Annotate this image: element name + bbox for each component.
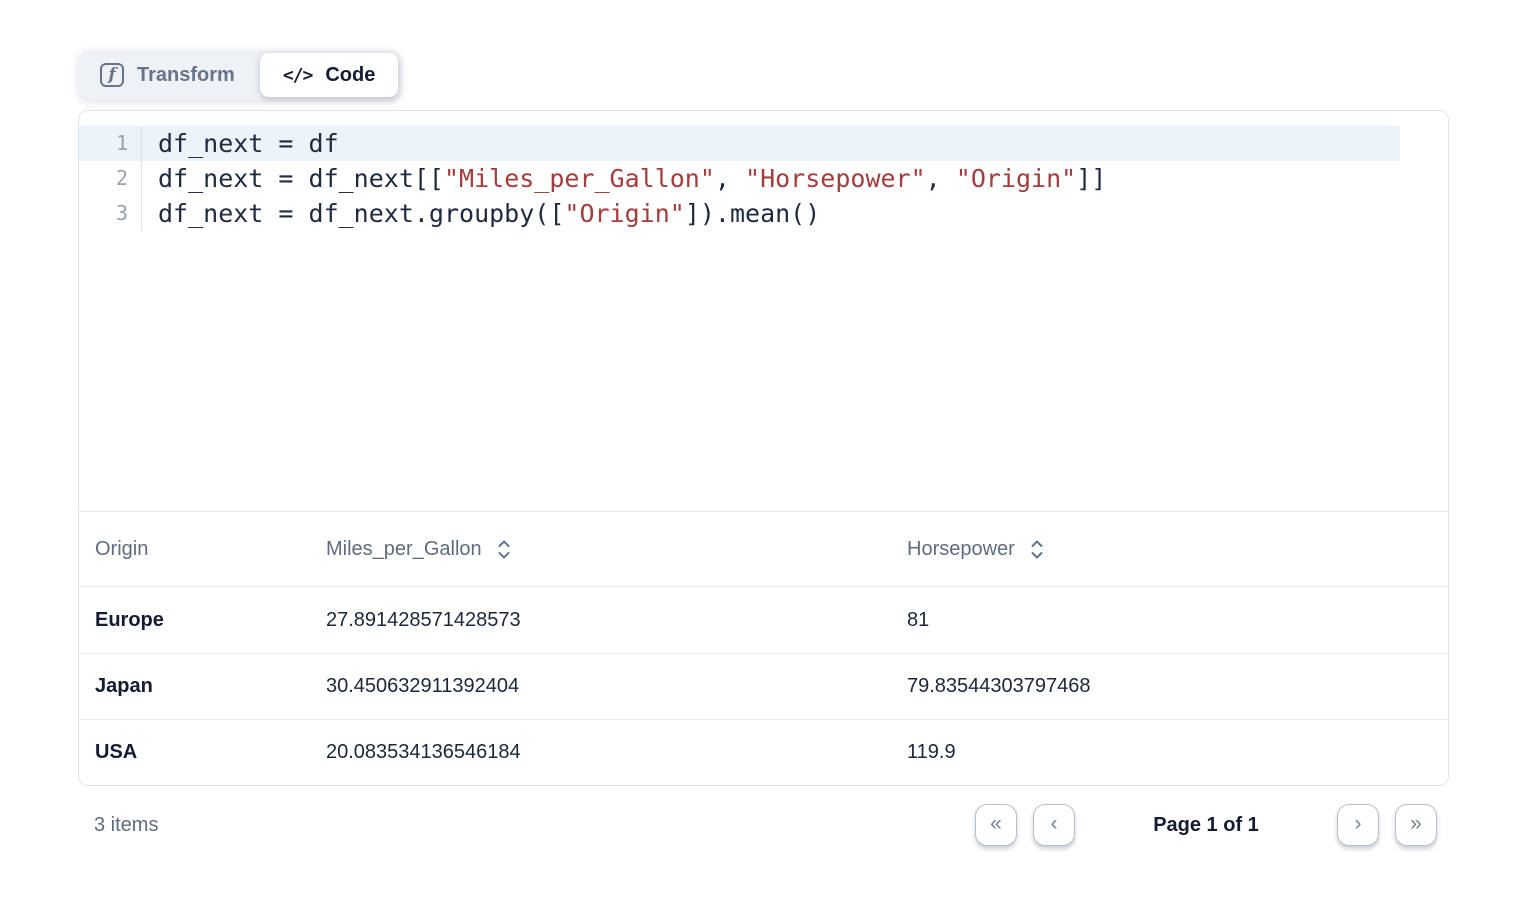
table-row: Europe 27.891428571428573 81 (79, 587, 1448, 653)
line-number: 1 (79, 126, 142, 161)
cell-origin: Europe (79, 609, 310, 632)
tab-transform-label: Transform (137, 64, 235, 87)
column-header-miles-per-gallon[interactable]: Miles_per_Gallon (310, 538, 891, 561)
result-table: Origin Miles_per_Gallon Horsepower Europ… (79, 512, 1448, 785)
table-row: USA 20.083534136546184 119.9 (79, 719, 1448, 785)
cell-horsepower: 119.9 (891, 741, 1448, 764)
sort-icon[interactable] (497, 538, 511, 561)
code-line[interactable]: 1 df_next = df (79, 126, 1400, 161)
cell-miles-per-gallon: 20.083534136546184 (310, 741, 891, 764)
column-header-horsepower[interactable]: Horsepower (891, 538, 1448, 561)
line-number: 2 (79, 161, 142, 196)
chevron-left-icon: ‹ (1051, 812, 1058, 836)
cell-miles-per-gallon: 30.450632911392404 (310, 675, 891, 698)
double-chevron-left-icon: « (990, 812, 1002, 836)
code-results-panel: 1 df_next = df 2 df_next = df_next[["Mil… (78, 110, 1449, 786)
sort-icon[interactable] (1030, 538, 1044, 561)
double-chevron-right-icon: » (1410, 812, 1422, 836)
previous-page-button[interactable]: ‹ (1033, 804, 1075, 846)
code-line[interactable]: 3 df_next = df_next.groupby(["Origin"]).… (79, 196, 1400, 231)
cell-origin: Japan (79, 675, 310, 698)
code-slash-icon: </> (283, 65, 313, 86)
items-count: 3 items (78, 814, 158, 837)
code-line-content: df_next = df_next.groupby(["Origin"]).me… (142, 196, 820, 231)
tab-code[interactable]: </> Code (260, 53, 399, 97)
line-number: 3 (79, 196, 142, 231)
view-toggle: f Transform </> Code (78, 50, 401, 100)
code-editor[interactable]: 1 df_next = df 2 df_next = df_next[["Mil… (79, 111, 1448, 512)
pagination: « ‹ Page 1 of 1 › » (975, 804, 1437, 846)
transform-cell: f Transform </> Code 1 df_next = df 2 df… (0, 0, 1516, 847)
tab-code-label: Code (325, 64, 375, 87)
next-page-button[interactable]: › (1337, 804, 1379, 846)
chevron-right-icon: › (1355, 812, 1362, 836)
tab-transform[interactable]: f Transform (78, 50, 257, 100)
first-page-button[interactable]: « (975, 804, 1017, 846)
cell-horsepower: 81 (891, 609, 1448, 632)
code-line[interactable]: 2 df_next = df_next[["Miles_per_Gallon",… (79, 161, 1400, 196)
function-icon: f (100, 63, 124, 87)
cell-miles-per-gallon: 27.891428571428573 (310, 609, 891, 632)
table-footer: 3 items « ‹ Page 1 of 1 › » (78, 803, 1449, 847)
page-indicator: Page 1 of 1 (1091, 814, 1321, 837)
cell-horsepower: 79.83544303797468 (891, 675, 1448, 698)
cell-origin: USA (79, 741, 310, 764)
table-header-row: Origin Miles_per_Gallon Horsepower (79, 512, 1448, 587)
table-row: Japan 30.450632911392404 79.835443037974… (79, 653, 1448, 719)
code-line-content: df_next = df_next[["Miles_per_Gallon", "… (142, 161, 1106, 196)
last-page-button[interactable]: » (1395, 804, 1437, 846)
code-line-content: df_next = df (142, 126, 339, 161)
column-header-origin: Origin (79, 538, 310, 561)
